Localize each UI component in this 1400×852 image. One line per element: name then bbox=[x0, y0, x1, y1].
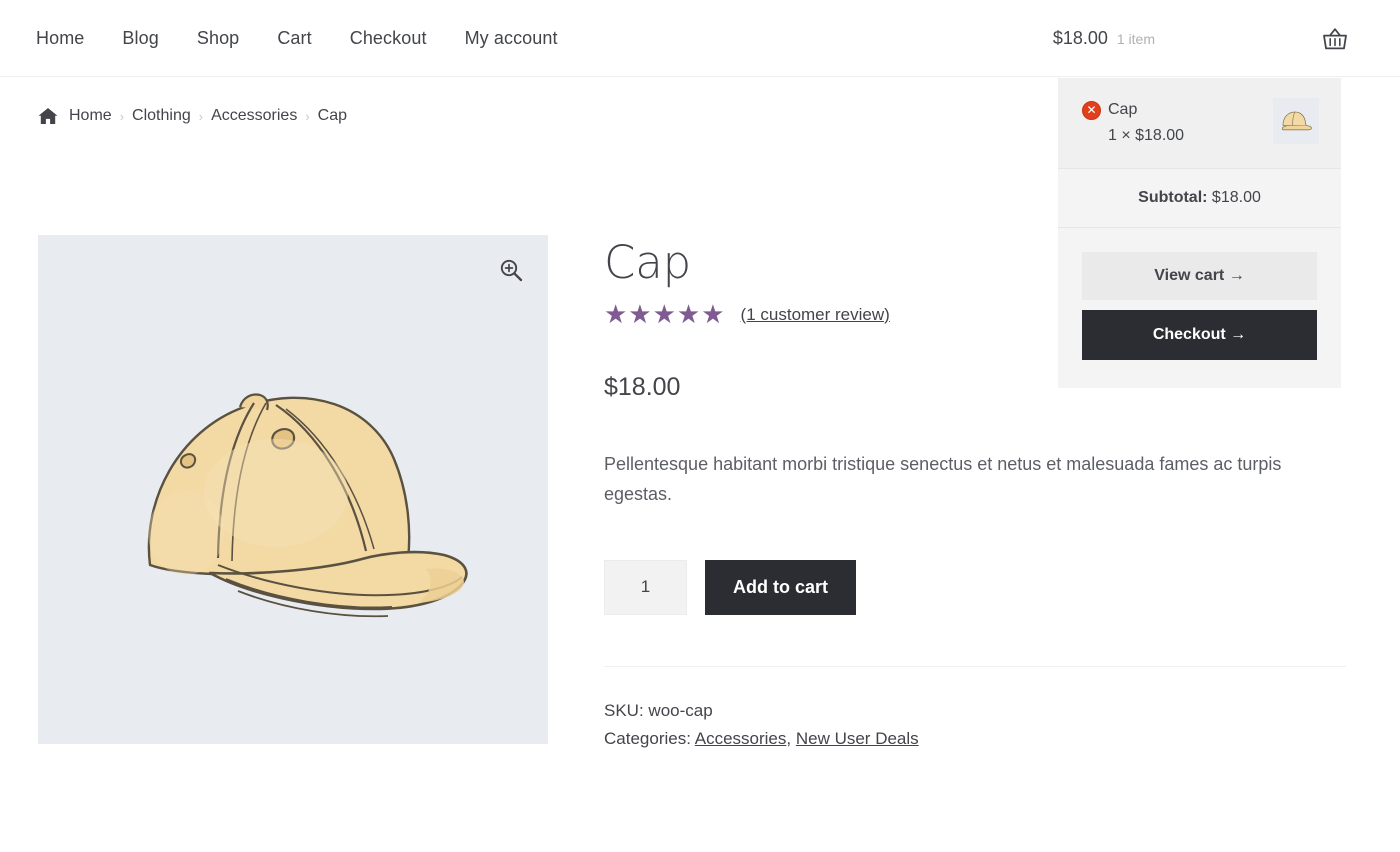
add-to-cart-button[interactable]: Add to cart bbox=[705, 559, 857, 615]
nav-item-checkout[interactable]: Checkout bbox=[331, 28, 446, 49]
remove-item-icon[interactable]: ✕ bbox=[1082, 101, 1101, 120]
categories-comma: , bbox=[786, 728, 792, 748]
header-cart-count: 1 item bbox=[1116, 30, 1155, 47]
mini-cart-item-quantity-price: 1 × $18.00 bbox=[1108, 127, 1185, 145]
product-image-gallery[interactable] bbox=[38, 235, 548, 744]
breadcrumb-item-clothing[interactable]: Clothing bbox=[132, 107, 191, 125]
header-cart-amount: $18.00 bbox=[1052, 28, 1108, 48]
customer-review-link[interactable]: (1 customer review) bbox=[741, 305, 890, 325]
home-icon bbox=[38, 107, 58, 125]
nav-item-cart[interactable]: Cart bbox=[258, 28, 330, 49]
nav-item-home[interactable]: Home bbox=[36, 28, 103, 49]
rating-stars: ★★★★★ bbox=[604, 299, 726, 330]
product-sku: SKU: woo-cap bbox=[604, 697, 1346, 725]
category-link-new-user-deals[interactable]: New User Deals bbox=[796, 729, 919, 748]
zoom-in-icon[interactable] bbox=[498, 257, 524, 283]
header-cart-link[interactable]: $18.00 1 item bbox=[1053, 0, 1348, 77]
product-short-description: Pellentesque habitant morbi tristique se… bbox=[604, 453, 1282, 505]
nav-item-shop[interactable]: Shop bbox=[178, 28, 258, 49]
mini-cart-subtotal: Subtotal: $18.00 bbox=[1058, 169, 1341, 228]
checkout-button[interactable]: Checkout → bbox=[1082, 310, 1317, 360]
site-header: Home Blog Shop Cart Checkout My account … bbox=[0, 0, 1400, 77]
mini-cart-item-thumbnail[interactable] bbox=[1273, 98, 1319, 144]
add-to-cart-form: Add to cart bbox=[604, 559, 1346, 615]
nav-item-blog[interactable]: Blog bbox=[103, 28, 177, 49]
product-categories: Categories: Accessories, New User Deals bbox=[604, 725, 1346, 753]
breadcrumb-item-home[interactable]: Home bbox=[69, 107, 112, 125]
category-link-accessories[interactable]: Accessories bbox=[695, 729, 787, 748]
breadcrumb-separator: › bbox=[119, 108, 125, 124]
categories-label: Categories: bbox=[604, 728, 691, 748]
breadcrumb-item-accessories[interactable]: Accessories bbox=[211, 107, 297, 125]
shopping-basket-icon bbox=[1322, 27, 1348, 51]
quantity-input[interactable] bbox=[604, 559, 687, 615]
nav-item-my-account[interactable]: My account bbox=[446, 28, 577, 49]
mini-cart-subtotal-label: Subtotal: bbox=[1138, 189, 1208, 206]
mini-cart-subtotal-value: $18.00 bbox=[1211, 189, 1261, 206]
mini-cart-panel: ✕ Cap 1 × $18.00 Subtotal: $18.00 View c… bbox=[1058, 78, 1341, 388]
product-meta: SKU: woo-cap Categories: Accessories, Ne… bbox=[604, 665, 1346, 753]
breadcrumb-item-current: Cap bbox=[317, 107, 348, 124]
mini-cart-item: ✕ Cap 1 × $18.00 bbox=[1058, 78, 1341, 169]
breadcrumb-separator: › bbox=[198, 108, 204, 124]
cap-product-image bbox=[38, 235, 548, 744]
sku-value: woo-cap bbox=[648, 700, 713, 720]
breadcrumb: Home › Clothing › Accessories › Cap bbox=[38, 107, 347, 125]
mini-cart-actions: View cart → Checkout → bbox=[1058, 228, 1341, 388]
sku-label: SKU: bbox=[604, 700, 644, 720]
view-cart-button[interactable]: View cart → bbox=[1082, 252, 1317, 300]
breadcrumb-separator: › bbox=[305, 108, 310, 124]
primary-navigation: Home Blog Shop Cart Checkout My account bbox=[36, 0, 577, 77]
